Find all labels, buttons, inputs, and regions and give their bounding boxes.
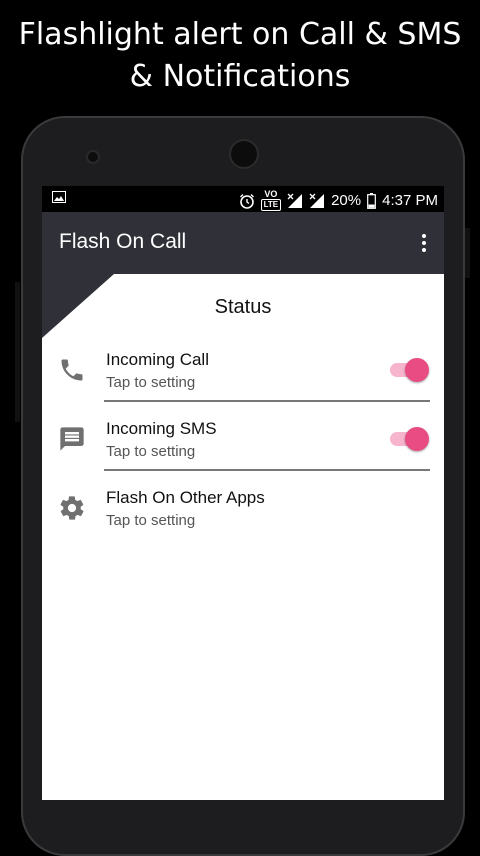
status-bar: VO LTE 20% 4:37 PM [42,186,444,212]
row-subtitle: Tap to setting [106,443,196,460]
row-subtitle: Tap to setting [106,512,196,529]
lte-label: LTE [260,199,282,211]
overflow-menu-button[interactable] [414,228,434,258]
setting-row-other-apps[interactable]: Flash On Other Apps Tap to setting [42,480,444,548]
phone-icon [58,356,88,386]
battery-icon [367,192,377,209]
toggle-thumb [405,427,429,451]
promo-line-2: & Notifications [129,59,351,94]
phone-side-button-left [15,282,20,422]
app-bar: Flash On Call [42,212,444,274]
alarm-icon [239,193,255,209]
row-title: Incoming Call [106,350,209,369]
volte-icon: VO LTE [260,189,282,211]
phone-front-camera [231,141,257,167]
volte-label: VO [264,189,278,199]
menu-dot-icon [422,241,426,245]
status-icons: VO LTE 20% 4:37 PM [239,190,438,211]
signal-icon [287,193,303,209]
promo-title: Flashlight alert on Call & SMS & Notific… [0,14,480,98]
gear-icon [58,494,88,524]
phone-sensor [88,152,98,162]
toggle-thumb [405,358,429,382]
clock: 4:37 PM [382,192,438,209]
incoming-sms-toggle[interactable] [390,427,429,451]
signal-icon-2 [309,193,325,209]
app-title: Flash On Call [59,230,187,253]
menu-dot-icon [422,248,426,252]
incoming-call-toggle[interactable] [390,358,429,382]
phone-side-button-right [465,228,470,278]
image-notification-icon [52,191,66,203]
battery-percent: 20% [331,192,362,209]
section-title: Status [214,296,272,318]
divider [104,400,430,402]
row-title: Flash On Other Apps [106,488,265,507]
divider [104,469,430,471]
promo-line-1: Flashlight alert on Call & SMS [18,17,462,52]
phone-screen: VO LTE 20% 4:37 PM Flash On Call Status … [42,186,444,800]
message-icon [58,425,88,455]
row-subtitle: Tap to setting [106,374,196,391]
menu-dot-icon [422,234,426,238]
row-title: Incoming SMS [106,419,217,438]
